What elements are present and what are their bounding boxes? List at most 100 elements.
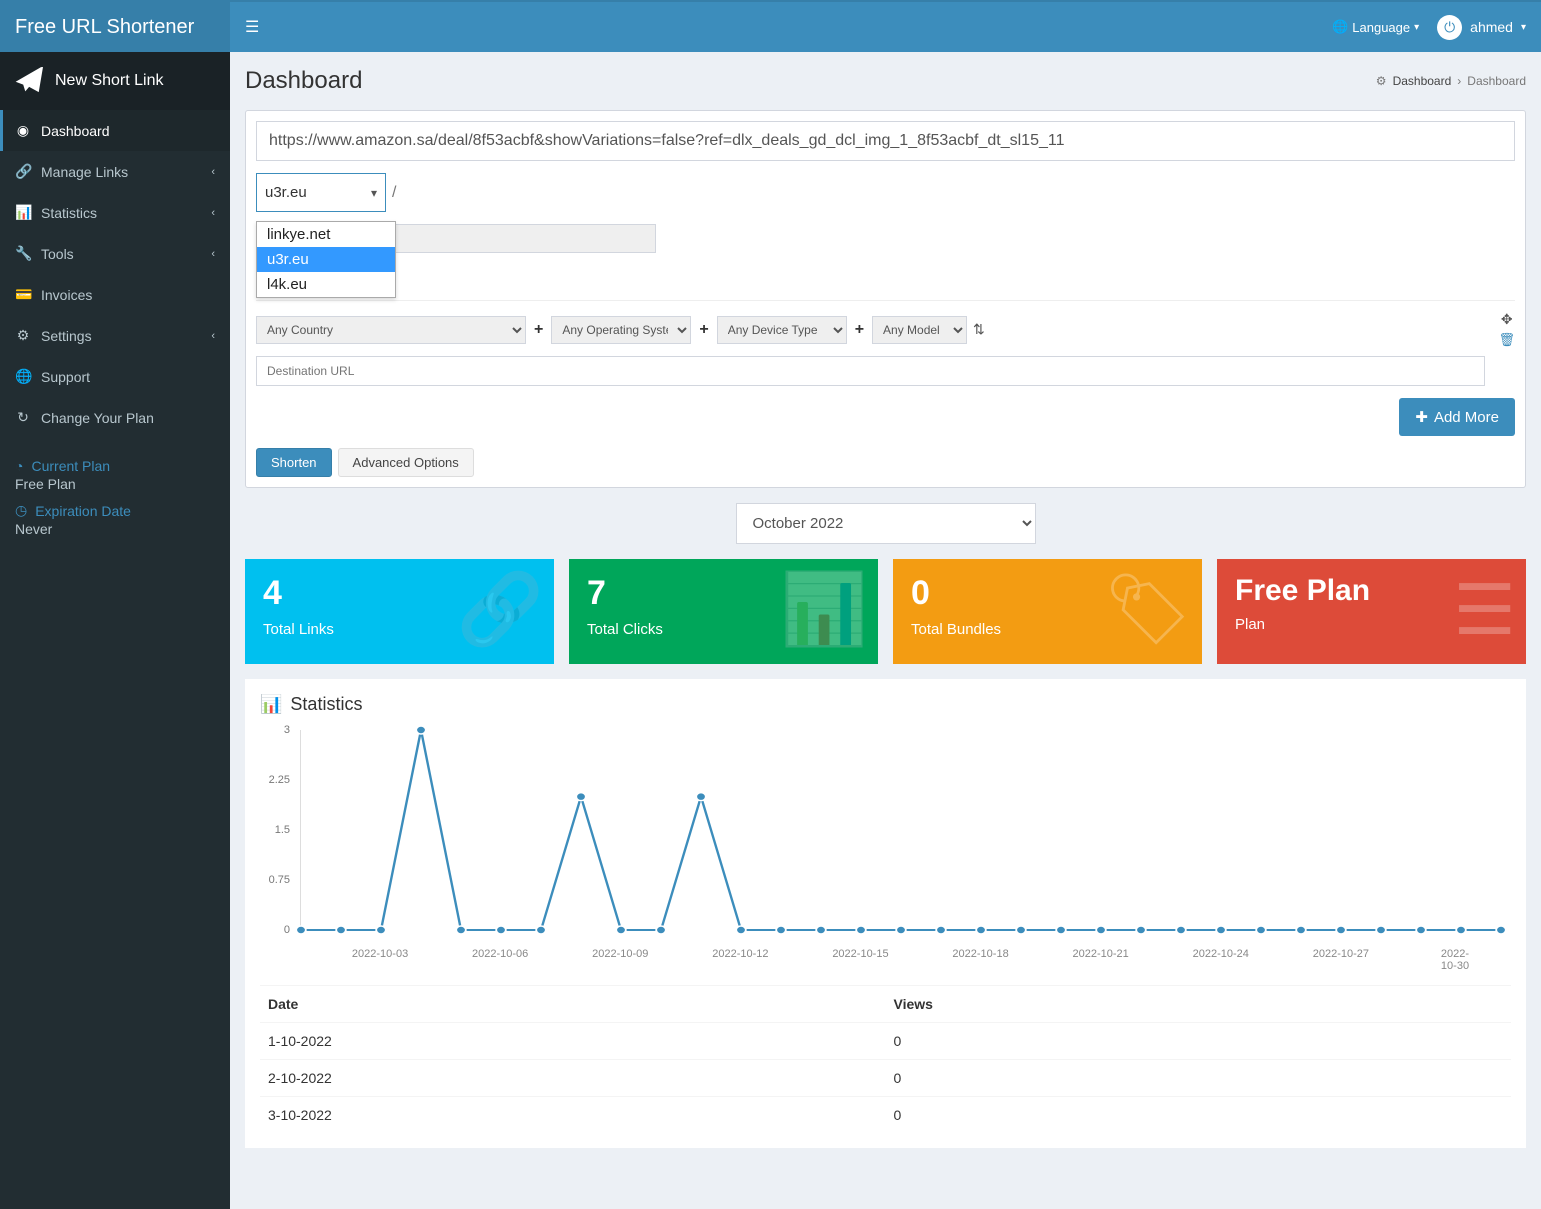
move-icon[interactable]: ✥ (1501, 311, 1513, 328)
globe-icon: 🌐 (1332, 19, 1348, 35)
os-select[interactable]: Any Operating System (551, 316, 691, 344)
y-axis-tick: 0 (284, 924, 290, 936)
country-select[interactable]: Any Country (256, 316, 526, 344)
stat-card-total-clicks: 7Total Clicks📊 (569, 559, 878, 664)
sidebar: New Short Link ◉Dashboard🔗Manage Links‹📊… (0, 52, 230, 1209)
sidebar-item-statistics[interactable]: 📊Statistics‹ (0, 192, 230, 233)
caret-down-icon: ▾ (1414, 22, 1419, 33)
expiration-value: Never (15, 521, 215, 537)
shorten-form: u3r.eu / linkye.netu3r.eul4k.eu GEO Reta… (245, 110, 1526, 488)
model-select[interactable]: Any Model (872, 316, 967, 344)
y-axis-tick: 1.5 (275, 824, 290, 836)
stat-card-total-bundles: 0Total Bundles🏷 (893, 559, 1202, 664)
table-row: 2-10-20220 (260, 1060, 1511, 1097)
table-row: 1-10-20220 (260, 1023, 1511, 1060)
delete-icon[interactable]: 🗑 (1498, 332, 1515, 348)
x-axis-tick: 2022-10-27 (1313, 948, 1369, 960)
y-axis-tick: 0.75 (269, 874, 290, 886)
statistics-table: Date Views 1-10-202202-10-202203-10-2022… (260, 985, 1511, 1133)
sidebar-item-change-your-plan[interactable]: ↻Change Your Plan (0, 397, 230, 438)
domain-option-l4k-eu[interactable]: l4k.eu (257, 272, 395, 297)
x-axis-tick: 2022-10-15 (832, 948, 888, 960)
stat-card-total-links: 4Total Links🔗 (245, 559, 554, 664)
x-axis-tick: 2022-10-21 (1073, 948, 1129, 960)
x-axis-tick: 2022-10-03 (352, 948, 408, 960)
page-title: Dashboard (245, 67, 362, 95)
user-icon: ◔ (15, 458, 23, 474)
sidebar-item-manage-links[interactable]: 🔗Manage Links‹ (0, 151, 230, 192)
sidebar-item-dashboard[interactable]: ◉Dashboard (0, 110, 230, 151)
x-axis-tick: 2022-10-18 (952, 948, 1008, 960)
breadcrumb: ⚙ Dashboard › Dashboard (1376, 74, 1526, 88)
chevron-left-icon: ‹ (211, 207, 215, 219)
advanced-options-button[interactable]: Advanced Options (338, 448, 474, 477)
domain-option-linkye-net[interactable]: linkye.net (257, 222, 395, 247)
add-os-icon[interactable]: + (697, 321, 710, 339)
month-select[interactable]: October 2022 (736, 503, 1036, 544)
current-plan-value: Free Plan (15, 476, 215, 492)
card-icon: 💳 (15, 286, 31, 303)
language-label: Language (1352, 20, 1410, 35)
wrench-icon: 🔧 (15, 245, 31, 262)
power-icon: ⏻ (1437, 15, 1462, 40)
x-axis-tick: 2022-10-09 (592, 948, 648, 960)
card-icon: ☰ (1453, 569, 1516, 651)
chevron-left-icon: ‹ (211, 166, 215, 178)
y-axis-tick: 2.25 (269, 774, 290, 786)
destination-url-input[interactable] (256, 356, 1485, 386)
new-short-link-button[interactable]: New Short Link (0, 52, 230, 110)
chart-icon: 📊 (15, 204, 31, 221)
caret-down-icon: ▾ (1521, 22, 1526, 33)
domain-option-u3r-eu[interactable]: u3r.eu (257, 247, 395, 272)
geo-retargeting-heading: GEO Retargeting (256, 273, 1515, 294)
add-device-icon[interactable]: + (853, 321, 866, 339)
table-header-date: Date (260, 986, 886, 1023)
app-logo[interactable]: Free URL Shortener (0, 2, 230, 52)
sidebar-item-settings[interactable]: ⚙Settings‹ (0, 315, 230, 356)
chart-icon: 📊 (260, 694, 282, 715)
card-icon: 📊 (781, 569, 868, 651)
domain-select[interactable]: u3r.eu (256, 173, 386, 212)
slash-separator: / (392, 184, 396, 202)
chevron-left-icon: ‹ (211, 330, 215, 342)
stat-card-plan: Free PlanPlan☰ (1217, 559, 1526, 664)
sidebar-item-invoices[interactable]: 💳Invoices (0, 274, 230, 315)
breadcrumb-current: Dashboard (1467, 74, 1526, 88)
shorten-button[interactable]: Shorten (256, 448, 332, 477)
breadcrumb-home[interactable]: Dashboard (1393, 74, 1452, 88)
x-axis-tick: 2022-10-12 (712, 948, 768, 960)
sidebar-item-support[interactable]: 🌐Support (0, 356, 230, 397)
swap-icon[interactable]: ⇅ (973, 321, 985, 338)
y-axis-tick: 3 (284, 724, 290, 736)
globe-icon: 🌐 (15, 368, 31, 385)
refresh-icon: ↻ (15, 409, 31, 426)
plus-square-icon: ✚ (1415, 408, 1428, 426)
add-more-button[interactable]: ✚ Add More (1399, 398, 1515, 436)
x-axis-tick: 2022-10-06 (472, 948, 528, 960)
statistics-chart: 00.751.52.253 2022-10-032022-10-062022-1… (300, 730, 1501, 970)
dashboard-icon: ◉ (15, 122, 31, 139)
sidebar-toggle-icon[interactable]: ☰ (245, 17, 259, 37)
language-menu[interactable]: 🌐 Language ▾ (1332, 19, 1419, 35)
table-row: 3-10-20220 (260, 1097, 1511, 1134)
expiration-heading: ◷ Expiration Date (15, 502, 215, 519)
paper-plane-icon (15, 67, 43, 95)
sidebar-item-tools[interactable]: 🔧Tools‹ (0, 233, 230, 274)
cogs-icon: ⚙ (15, 327, 31, 344)
new-link-label: New Short Link (55, 72, 164, 90)
x-axis-tick: 2022-10-30 (1441, 948, 1481, 972)
device-select[interactable]: Any Device Type (717, 316, 847, 344)
statistics-heading: 📊 Statistics (260, 694, 1511, 715)
table-header-views: Views (886, 986, 1512, 1023)
user-menu[interactable]: ⏻ ahmed ▾ (1437, 15, 1526, 40)
long-url-input[interactable] (256, 121, 1515, 161)
link-icon: 🔗 (15, 163, 31, 180)
chevron-left-icon: ‹ (211, 248, 215, 260)
clock-icon: ◷ (15, 502, 27, 519)
current-plan-heading: ◔ Current Plan (15, 458, 215, 474)
domain-dropdown-list: linkye.netu3r.eul4k.eu (256, 221, 396, 298)
card-icon: 🏷 (1103, 569, 1192, 651)
add-country-icon[interactable]: + (532, 321, 545, 339)
x-axis-tick: 2022-10-24 (1193, 948, 1249, 960)
username: ahmed (1470, 19, 1513, 35)
